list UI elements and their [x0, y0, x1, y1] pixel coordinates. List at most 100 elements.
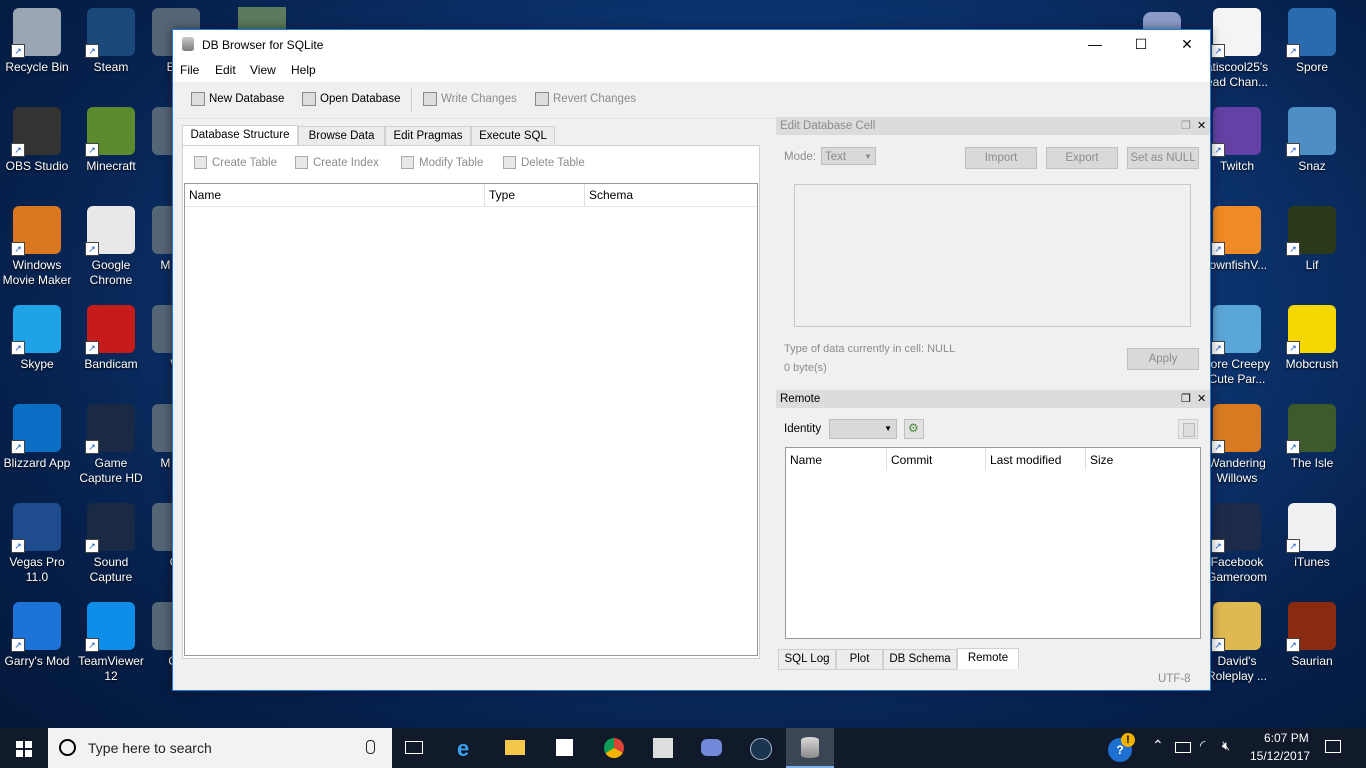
identity-select[interactable]: ▼	[829, 419, 897, 439]
desktop-icon[interactable]: ↗ Steam	[75, 8, 147, 75]
column-name[interactable]: Name	[189, 184, 221, 206]
desktop-icon[interactable]: ↗ Sound Capture	[75, 503, 147, 585]
clock-date[interactable]: 15/12/2017	[1250, 749, 1310, 763]
start-button[interactable]	[0, 728, 48, 768]
structure-tree[interactable]: Name Type Schema	[184, 183, 758, 656]
push-button[interactable]	[1178, 419, 1198, 439]
edge-icon[interactable]: e	[457, 736, 469, 762]
import-button[interactable]: Import	[965, 147, 1037, 169]
desktop-icon[interactable]: ↗ Recycle Bin	[1, 8, 73, 75]
export-button[interactable]: Export	[1046, 147, 1118, 169]
desktop-icon[interactable]: ↗ Minecraft	[75, 107, 147, 174]
db-browser-taskbar-button[interactable]	[786, 728, 834, 768]
write-changes-button[interactable]: Write Changes	[423, 92, 517, 106]
desktop-icon[interactable]: ↗ Skype	[1, 305, 73, 372]
tab-browse-data[interactable]: Browse Data	[298, 126, 385, 147]
write-changes-label: Write Changes	[441, 93, 517, 105]
desktop-icon[interactable]: ↗ Google Chrome	[75, 206, 147, 288]
wifi-icon[interactable]: ◜	[1200, 737, 1205, 754]
column-type[interactable]: Type	[489, 184, 515, 206]
identity-settings-button[interactable]: ⚙	[904, 419, 924, 439]
task-view-icon[interactable]	[405, 741, 423, 754]
steam-icon[interactable]	[750, 738, 772, 760]
cell-editor[interactable]	[794, 184, 1191, 327]
menu-help[interactable]: Help	[291, 63, 316, 77]
tab-database-structure[interactable]: Database Structure	[182, 125, 298, 146]
desktop-icon[interactable]: ↗ Game Capture HD	[75, 404, 147, 486]
store-icon[interactable]	[556, 739, 573, 756]
shortcut-arrow-icon: ↗	[1286, 341, 1300, 355]
chrome-icon[interactable]	[604, 738, 624, 758]
desktop-icon[interactable]: ↗ Snaz	[1276, 107, 1348, 174]
battery-icon[interactable]	[1175, 742, 1191, 753]
create-table-button[interactable]: Create Table	[194, 156, 277, 169]
shortcut-arrow-icon: ↗	[1286, 242, 1300, 256]
desktop-icon[interactable]: ↗ Lif	[1276, 206, 1348, 273]
file-explorer-icon[interactable]	[505, 740, 525, 755]
desktop-icon[interactable]: ↗ Wandering Willows	[1201, 404, 1273, 486]
float-panel-icon[interactable]: ❐	[1181, 117, 1191, 135]
delete-table-button[interactable]: Delete Table	[503, 156, 585, 169]
tab-edit-pragmas[interactable]: Edit Pragmas	[385, 126, 471, 147]
shortcut-arrow-icon: ↗	[1286, 638, 1300, 652]
desktop-icon[interactable]: ↗ atiscool25's ead Chan...	[1201, 8, 1273, 90]
tab-plot[interactable]: Plot	[836, 649, 883, 670]
set-null-button[interactable]: Set as NULL	[1127, 147, 1199, 169]
desktop-icon[interactable]: ↗ Saurian	[1276, 602, 1348, 669]
chevron-up-icon[interactable]: ⌃	[1152, 737, 1164, 754]
desktop-icon[interactable]: ↗ Blizzard App	[1, 404, 73, 471]
desktop-icon[interactable]: ↗ The Isle	[1276, 404, 1348, 471]
remote-col-modified[interactable]: Last modified	[990, 453, 1061, 467]
menu-file[interactable]: File	[180, 63, 199, 77]
encoding-status: UTF-8	[1158, 673, 1191, 685]
close-panel-icon[interactable]: ✕	[1197, 390, 1206, 408]
remote-title: Remote	[780, 393, 821, 405]
close-button[interactable]: ✕	[1164, 30, 1210, 58]
desktop-icon[interactable]: ↗ OBS Studio	[1, 107, 73, 174]
remote-tree[interactable]: Name Commit Last modified Size	[785, 447, 1201, 639]
notification-icon[interactable]	[1325, 740, 1341, 753]
close-panel-icon[interactable]: ✕	[1197, 117, 1206, 135]
menu-edit[interactable]: Edit	[215, 63, 236, 77]
desktop-icon[interactable]: ↗ Twitch	[1201, 107, 1273, 174]
open-database-button[interactable]: Open Database	[302, 92, 401, 106]
desktop-icon[interactable]: ↗ iTunes	[1276, 503, 1348, 570]
new-database-button[interactable]: New Database	[191, 92, 284, 106]
tab-execute-sql[interactable]: Execute SQL	[471, 126, 555, 147]
desktop-icon[interactable]: ↗ Facebook Gameroom	[1201, 503, 1273, 585]
shortcut-arrow-icon: ↗	[85, 143, 99, 157]
float-panel-icon[interactable]: ❐	[1181, 390, 1191, 408]
mode-select[interactable]: Text ▼	[821, 147, 876, 165]
revert-changes-button[interactable]: Revert Changes	[535, 92, 636, 106]
desktop-icon[interactable]: ↗ TeamViewer 12	[75, 602, 147, 684]
create-index-button[interactable]: Create Index	[295, 156, 379, 169]
menu-view[interactable]: View	[250, 63, 276, 77]
desktop-icon[interactable]: ↗ lownfishV...	[1201, 206, 1273, 273]
app-icon: ↗	[1286, 107, 1336, 157]
tab-remote[interactable]: Remote	[957, 648, 1019, 669]
menu-bar: File Edit View Help	[173, 58, 1210, 82]
remote-col-size[interactable]: Size	[1090, 453, 1113, 467]
apply-button[interactable]: Apply	[1127, 348, 1199, 370]
clock-time[interactable]: 6:07 PM	[1264, 731, 1309, 745]
discord-icon[interactable]	[701, 739, 722, 756]
remote-col-commit[interactable]: Commit	[891, 453, 932, 467]
desktop-icon[interactable]: ↗ Bandicam	[75, 305, 147, 372]
app-icon[interactable]	[653, 738, 673, 758]
taskbar-search[interactable]: Type here to search	[48, 728, 392, 768]
modify-table-button[interactable]: Modify Table	[401, 156, 483, 169]
minimize-button[interactable]: —	[1072, 30, 1118, 58]
maximize-button[interactable]: ☐	[1118, 30, 1164, 58]
desktop-icon[interactable]: ↗ Spore	[1276, 8, 1348, 75]
desktop-icon[interactable]: ↗ pore Creepy Cute Par...	[1201, 305, 1273, 387]
tab-sql-log[interactable]: SQL Log	[778, 649, 836, 670]
desktop-icon[interactable]: ↗ Vegas Pro 11.0	[1, 503, 73, 585]
tab-db-schema[interactable]: DB Schema	[883, 649, 957, 670]
column-schema[interactable]: Schema	[589, 184, 633, 206]
desktop-icon[interactable]: ↗ Mobcrush	[1276, 305, 1348, 372]
mute-icon[interactable]: 🔇︎	[1222, 738, 1230, 754]
desktop-icon[interactable]: ↗ Garry's Mod	[1, 602, 73, 669]
desktop-icon[interactable]: ↗ Windows Movie Maker	[1, 206, 73, 288]
desktop-icon[interactable]: ↗ David's Roleplay ...	[1201, 602, 1273, 684]
remote-col-name[interactable]: Name	[790, 453, 822, 467]
